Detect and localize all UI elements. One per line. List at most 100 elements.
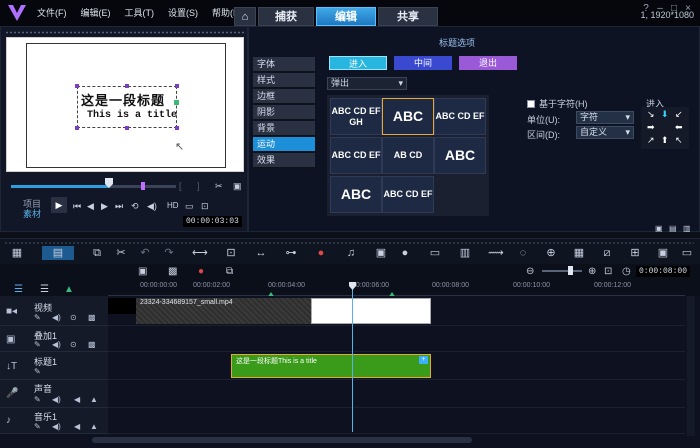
- trim-marker[interactable]: [141, 182, 145, 190]
- resize-handle[interactable]: [175, 84, 179, 88]
- zoom-slider-thumb[interactable]: [568, 266, 573, 275]
- arrow-e-icon[interactable]: ⬅: [675, 122, 683, 133]
- preset-cell[interactable]: ABC CD EF: [434, 98, 486, 135]
- clip-mode-label[interactable]: 素材: [23, 207, 41, 220]
- edit-icon[interactable]: ✎: [34, 313, 41, 322]
- edit-icon[interactable]: ✎: [34, 395, 41, 404]
- panel-view-icon[interactable]: ▥: [683, 224, 691, 233]
- storyboard-view-icon[interactable]: ▦: [10, 246, 24, 260]
- tab-background[interactable]: 背景: [253, 121, 315, 136]
- edit-icon[interactable]: ✎: [34, 367, 41, 376]
- chevron-down-icon[interactable]: ◀: [74, 395, 80, 404]
- tab-edit[interactable]: 编辑: [316, 7, 376, 26]
- mask-icon[interactable]: ⊕: [544, 246, 558, 260]
- edit-icon[interactable]: ✎: [34, 340, 41, 349]
- effect-icon[interactable]: ⊞: [628, 246, 642, 260]
- toolbar-option-icon[interactable]: ⧉: [90, 246, 104, 260]
- preset-cell[interactable]: ABC CD EF: [382, 176, 434, 213]
- resize-handle[interactable]: [75, 126, 79, 130]
- chapter-point-icon[interactable]: ▩: [168, 266, 177, 277]
- preset-cell[interactable]: ABC: [434, 137, 486, 174]
- middle-mode-button[interactable]: 中间: [394, 56, 452, 70]
- time-ruler[interactable]: 00:00:00:00 00:00:02:00 00:00:04:00 00:0…: [108, 282, 685, 296]
- motion-icon[interactable]: ◌: [516, 246, 530, 260]
- tab-style[interactable]: 样式: [253, 73, 315, 88]
- audio-on-icon[interactable]: ◀): [52, 340, 61, 349]
- preset-cell[interactable]: ABC CD EF: [330, 137, 382, 174]
- record-voice-icon[interactable]: ●: [198, 266, 204, 277]
- menu-tools[interactable]: 工具(T): [118, 0, 162, 26]
- arrow-n-icon[interactable]: ⬇: [661, 109, 669, 120]
- audio-on-icon[interactable]: ◀): [52, 422, 61, 431]
- zoom-out-icon[interactable]: ⊖: [526, 266, 534, 277]
- speed-icon[interactable]: ⟿: [488, 246, 504, 260]
- color-icon[interactable]: ▥: [458, 246, 472, 260]
- subtitle-icon[interactable]: ▭: [428, 246, 442, 260]
- zoom-in-icon[interactable]: ⊕: [588, 266, 596, 277]
- arrow-se-icon[interactable]: ↖: [675, 135, 683, 146]
- record-icon[interactable]: ●: [314, 246, 328, 260]
- track-grid-icon[interactable]: ▩: [88, 340, 96, 349]
- per-char-checkbox[interactable]: [527, 99, 535, 108]
- preset-cell[interactable]: AB CD: [382, 137, 434, 174]
- tab-border[interactable]: 边框: [253, 89, 315, 104]
- timecode-display[interactable]: 00:00:03:03: [183, 216, 242, 227]
- go-end-icon[interactable]: ⏭: [115, 201, 123, 212]
- move-icon[interactable]: ↔: [254, 246, 268, 260]
- tab-effect[interactable]: 效果: [253, 153, 315, 168]
- show-all-tracks-icon[interactable]: ☰: [14, 284, 23, 295]
- split-icon[interactable]: ✂: [215, 181, 223, 192]
- tab-capture[interactable]: 捕获: [258, 7, 314, 26]
- preset-cell[interactable]: ABC: [330, 176, 382, 213]
- title-clip[interactable]: 这是一段标题This is a title +: [231, 354, 431, 378]
- split-clip-icon[interactable]: ⊶: [284, 246, 298, 260]
- panel-view-icon[interactable]: ▤: [669, 224, 677, 233]
- track-visibility-icon[interactable]: ⊙: [70, 313, 77, 322]
- tab-font[interactable]: 字体: [253, 57, 315, 72]
- resize-handle[interactable]: [125, 126, 129, 130]
- share-icon[interactable]: ▣: [656, 246, 670, 260]
- fit-timeline-icon[interactable]: ⊡: [604, 266, 612, 277]
- next-frame-icon[interactable]: ▶: [101, 201, 108, 212]
- unit-select[interactable]: 字符 ▾: [576, 111, 634, 124]
- arrow-sw-icon[interactable]: ↗: [647, 135, 655, 146]
- chevron-down-icon[interactable]: ◀: [74, 422, 80, 431]
- preview-canvas[interactable]: 这是一段标题 This is a title ↖: [6, 37, 244, 172]
- track-mode-icon[interactable]: ☰: [40, 284, 49, 295]
- chapter-icon[interactable]: ●: [398, 246, 412, 260]
- volume-icon[interactable]: ◀): [147, 201, 157, 212]
- snapshot-icon[interactable]: ▣: [233, 181, 242, 192]
- tools-icon[interactable]: ✂: [114, 246, 128, 260]
- clip-attribute-icon[interactable]: +: [419, 356, 428, 364]
- edit-icon[interactable]: ✎: [34, 422, 41, 431]
- timeline-view-icon[interactable]: ▤: [42, 246, 74, 260]
- arrow-s-icon[interactable]: ⬆: [661, 135, 669, 146]
- menu-file[interactable]: 文件(F): [30, 0, 74, 26]
- crop-icon[interactable]: ⊡: [224, 246, 238, 260]
- redo-icon[interactable]: ↷: [162, 246, 176, 260]
- menu-edit[interactable]: 编辑(E): [74, 0, 118, 26]
- panel-view-icon[interactable]: ▣: [655, 224, 663, 233]
- resize-handle[interactable]: [175, 126, 179, 130]
- menu-settings[interactable]: 设置(S): [161, 0, 205, 26]
- resize-handle[interactable]: [75, 84, 79, 88]
- track-grid-icon[interactable]: ▩: [88, 313, 96, 322]
- resize-preview-icon[interactable]: ⊡: [201, 201, 209, 212]
- collapse-icon[interactable]: ▲: [90, 395, 98, 404]
- tab-motion[interactable]: 运动: [253, 137, 315, 152]
- interval-select[interactable]: 自定义 ▾: [576, 126, 634, 139]
- template-icon[interactable]: ▦: [572, 246, 586, 260]
- video-clip[interactable]: 23324-334689157_small.mp4: [136, 298, 311, 324]
- per-char-option[interactable]: 基于字符(H): [527, 97, 588, 110]
- collapse-icon[interactable]: ▲: [90, 422, 98, 431]
- play-icon[interactable]: ▶: [51, 197, 67, 213]
- prev-frame-icon[interactable]: ◀: [87, 201, 94, 212]
- playhead-line[interactable]: [352, 282, 353, 432]
- enter-mode-button[interactable]: 进入: [329, 56, 387, 70]
- zoom-slider[interactable]: [542, 270, 582, 272]
- audio-ducking-icon[interactable]: ⧄: [600, 246, 614, 260]
- preset-cell-selected[interactable]: ABC: [382, 98, 434, 135]
- tab-home[interactable]: ⌂: [234, 7, 256, 26]
- animation-type-select[interactable]: 弹出 ▾: [327, 77, 407, 90]
- rotate-handle[interactable]: [174, 100, 179, 105]
